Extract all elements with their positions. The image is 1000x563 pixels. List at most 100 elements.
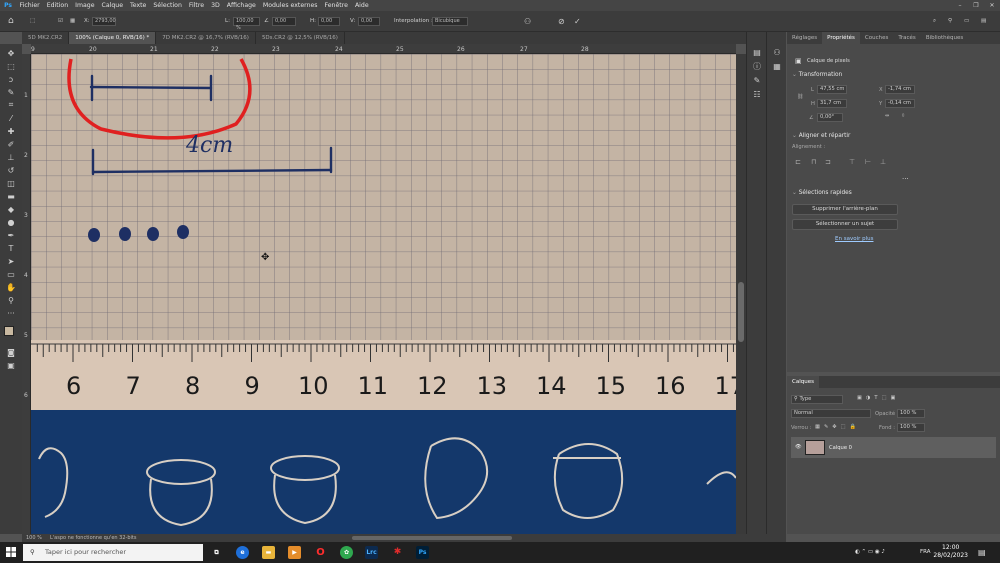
shape-tool-icon[interactable]: ▭ <box>4 268 18 280</box>
menu-calque[interactable]: Calque <box>98 0 127 11</box>
flip-vertical-icon[interactable]: ⇳ <box>901 113 905 119</box>
media-app-icon[interactable]: ▶ <box>288 546 301 559</box>
scrollbar-thumb[interactable] <box>738 282 744 342</box>
pen-tool-icon[interactable]: ✒ <box>4 229 18 241</box>
tab-traces[interactable]: Tracés <box>893 32 920 44</box>
link-dimensions-icon[interactable]: ⛓ <box>797 94 804 100</box>
opacity-field[interactable]: 100 % <box>897 409 925 418</box>
align-left-icon[interactable]: ⊏ <box>795 158 801 166</box>
align-hcenter-icon[interactable]: ⊓ <box>811 158 816 166</box>
edge-icon[interactable]: e <box>236 546 249 559</box>
path-select-tool-icon[interactable]: ➤ <box>4 255 18 267</box>
photoshop-taskbar-icon[interactable]: Ps <box>416 546 429 559</box>
align-vcenter-icon[interactable]: ⊢ <box>865 158 871 166</box>
menu-fenetre[interactable]: Fenêtre <box>321 0 351 11</box>
quick-select-tool-icon[interactable]: ✎ <box>4 86 18 98</box>
tab-5ds[interactable]: 5Ds.CR2 @ 12,5% (RVB/16) <box>256 32 345 44</box>
document-canvas[interactable]: 4cm ✥ 6 7 8 9 10 11 12 13 14 15 16 17 <box>31 54 736 534</box>
notifications-icon[interactable]: ▤ <box>978 542 986 563</box>
info-icon[interactable]: ⓘ <box>751 60 763 72</box>
gradient-tool-icon[interactable]: ▬ <box>4 190 18 202</box>
layer-name[interactable]: Calque 0 <box>829 445 852 451</box>
file-explorer-icon[interactable]: ▬ <box>262 546 275 559</box>
quick-select-section-title[interactable]: Sélections rapides <box>792 190 852 196</box>
width-field[interactable]: 47,55 cm <box>817 85 847 94</box>
minimize-icon[interactable]: – <box>952 0 968 11</box>
maximize-icon[interactable]: ❐ <box>968 0 984 11</box>
close-icon[interactable]: ✕ <box>984 0 1000 11</box>
tab-couches[interactable]: Couches <box>860 32 893 44</box>
menu-edition[interactable]: Edition <box>43 0 71 11</box>
vertical-ruler[interactable]: 1 2 3 4 5 6 <box>22 54 31 534</box>
menu-image[interactable]: Image <box>72 0 98 11</box>
remove-background-button[interactable]: Supprimer l'arrière-plan <box>792 204 898 215</box>
transform-tool-icon[interactable]: ⬚ <box>30 16 35 27</box>
menu-selection[interactable]: Sélection <box>150 0 186 11</box>
menu-3d[interactable]: 3D <box>208 0 224 11</box>
horizontal-ruler[interactable]: 9 20 21 22 23 24 25 26 27 28 <box>31 44 736 54</box>
healing-tool-icon[interactable]: ✚ <box>4 125 18 137</box>
search-icon[interactable]: ⚲ <box>948 16 952 27</box>
tray-icons[interactable]: ◐ ⌃ ▭ ◉ ♪ <box>855 542 885 563</box>
eraser-tool-icon[interactable]: ◫ <box>4 177 18 189</box>
select-subject-button[interactable]: Sélectionner un sujet <box>792 219 898 230</box>
tab-5d-mk2[interactable]: 5D MK2.CR2 <box>22 32 70 44</box>
hand-tool-icon[interactable]: ✋ <box>4 281 18 293</box>
visibility-eye-icon[interactable]: 👁 <box>795 444 802 450</box>
lasso-tool-icon[interactable]: ↄ <box>4 73 18 85</box>
h-skew-field[interactable]: 0,00 <box>318 17 340 26</box>
v-skew-field[interactable]: 0,00 <box>358 17 380 26</box>
warp-icon[interactable]: ⚇ <box>524 16 531 27</box>
zoom-tool-icon[interactable]: ⚲ <box>4 294 18 306</box>
menu-modules-externes[interactable]: Modules externes <box>259 0 321 11</box>
layer-row[interactable]: 👁 Calque 0 <box>791 437 996 458</box>
cancel-transform-icon[interactable]: ⊘ <box>558 16 565 27</box>
brush-tool-icon[interactable]: ✐ <box>4 138 18 150</box>
opera-icon[interactable]: O <box>314 546 327 559</box>
w-field[interactable]: 100,00 % <box>233 17 260 31</box>
history-brush-icon[interactable]: ↺ <box>4 164 18 176</box>
filter-icons[interactable]: ▣◑T⬚▣ <box>857 395 899 401</box>
red-app-icon[interactable]: ✱ <box>391 546 404 559</box>
marquee-tool-icon[interactable]: ⬚ <box>4 60 18 72</box>
align-right-icon[interactable]: ⊐ <box>825 158 831 166</box>
angle-field[interactable]: 0,00 <box>272 17 296 26</box>
home-icon[interactable]: ⌂ <box>8 16 14 27</box>
menu-texte[interactable]: Texte <box>127 0 150 11</box>
menu-fichier[interactable]: Fichier <box>16 0 43 11</box>
commit-transform-icon[interactable]: ✓ <box>574 16 581 27</box>
angle-field[interactable]: 0,00° <box>817 113 843 122</box>
quick-mask-icon[interactable]: ◙ <box>4 346 18 358</box>
align-section-title[interactable]: Aligner et répartir <box>792 133 851 139</box>
lock-icons[interactable]: ▦✎✥⬚🔒 <box>815 424 860 430</box>
ps-logo[interactable]: Ps <box>0 0 16 11</box>
flip-horizontal-icon[interactable]: ⇹ <box>885 113 889 119</box>
menu-filtre[interactable]: Filtre <box>185 0 207 11</box>
tab-active-document[interactable]: 100% (Calque 0, RVB/16) * <box>69 32 157 44</box>
dodge-tool-icon[interactable]: ● <box>4 216 18 228</box>
align-top-icon[interactable]: ⊤ <box>849 158 855 166</box>
reference-point-checkbox[interactable]: ☑ <box>58 16 63 27</box>
stamp-tool-icon[interactable]: ⊥ <box>4 151 18 163</box>
y-field[interactable]: -0,14 cm <box>885 99 915 108</box>
menu-affichage[interactable]: Affichage <box>223 0 259 11</box>
grid-icon[interactable]: ▦ <box>771 60 783 72</box>
tab-calques[interactable]: Calques <box>787 376 819 388</box>
horizontal-scrollbar[interactable] <box>352 536 512 540</box>
lightroom-icon[interactable]: Lrc <box>365 546 378 559</box>
task-view-icon[interactable]: ⧉ <box>210 546 223 559</box>
taskbar-search-input[interactable]: ⚲ Taper ici pour rechercher <box>23 544 203 561</box>
tab-bibliotheques[interactable]: Bibliothèques <box>921 32 968 44</box>
fill-field[interactable]: 100 % <box>897 423 925 432</box>
x-field[interactable]: 2793,00 <box>92 17 116 26</box>
panel-layout-icon[interactable]: ▤ <box>981 16 986 27</box>
windows-start-icon[interactable] <box>6 547 16 557</box>
vertical-scrollbar[interactable] <box>736 54 746 534</box>
tab-7d-mk2[interactable]: 7D MK2.CR2 @ 16,7% (RVB/16) <box>156 32 256 44</box>
learn-icon[interactable]: ⚇ <box>771 46 783 58</box>
transform-section-title[interactable]: Transformation <box>792 72 843 78</box>
foreground-color-swatch[interactable] <box>4 326 14 336</box>
height-field[interactable]: 31,7 cm <box>817 99 847 108</box>
type-tool-icon[interactable]: T <box>4 242 18 254</box>
clock[interactable]: 12:00 28/02/2023 <box>933 544 968 560</box>
